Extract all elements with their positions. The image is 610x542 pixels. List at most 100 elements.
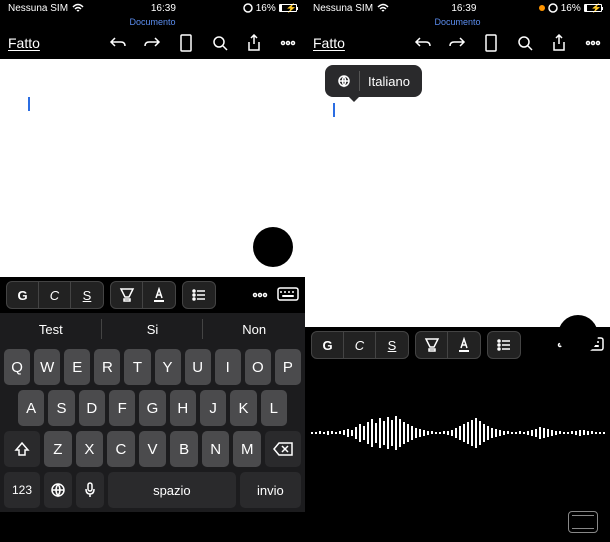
layout-button[interactable] (482, 34, 500, 52)
italic-button[interactable]: C (39, 282, 71, 308)
toolbar: Fatto (305, 27, 610, 59)
key-d[interactable]: D (79, 390, 105, 426)
language-label: Italiano (368, 74, 410, 89)
dictation-key[interactable] (76, 472, 104, 508)
key-h[interactable]: H (170, 390, 196, 426)
highlight-group (110, 281, 176, 309)
list-button[interactable] (183, 282, 215, 308)
key-row-3: Z X C V B N M (4, 431, 301, 467)
key-y[interactable]: Y (155, 349, 181, 385)
undo-button[interactable] (414, 34, 432, 52)
battery-pct-label: 16% (561, 3, 581, 14)
search-button[interactable] (211, 34, 229, 52)
orientation-lock-icon (243, 3, 253, 13)
highlight-button[interactable] (416, 332, 448, 358)
dictation-bottom-bar (305, 502, 610, 542)
key-w[interactable]: W (34, 349, 60, 385)
waveform-area (305, 363, 610, 502)
done-button[interactable]: Fatto (313, 35, 345, 51)
list-group (487, 331, 521, 359)
key-l[interactable]: L (261, 390, 287, 426)
globe-icon (337, 74, 351, 88)
key-g[interactable]: G (139, 390, 165, 426)
format-more-button[interactable] (249, 284, 271, 306)
key-j[interactable]: J (200, 390, 226, 426)
key-z[interactable]: Z (44, 431, 72, 467)
suggestion-2[interactable]: Non (203, 313, 305, 345)
key-u[interactable]: U (185, 349, 211, 385)
text-color-button[interactable] (448, 332, 480, 358)
suggestion-0[interactable]: Test (0, 313, 102, 345)
underline-button[interactable]: S (71, 282, 103, 308)
orientation-lock-icon (548, 3, 558, 13)
key-s[interactable]: S (48, 390, 74, 426)
undo-button[interactable] (109, 34, 127, 52)
wifi-icon (72, 3, 84, 13)
dictation-button[interactable] (558, 315, 598, 355)
text-color-button[interactable] (143, 282, 175, 308)
key-a[interactable]: A (18, 390, 44, 426)
key-x[interactable]: X (76, 431, 104, 467)
wifi-icon (377, 3, 389, 13)
highlight-button[interactable] (111, 282, 143, 308)
key-i[interactable]: I (215, 349, 241, 385)
bold-button[interactable]: G (312, 332, 344, 358)
carrier-label: Nessuna SIM (313, 3, 373, 14)
key-o[interactable]: O (245, 349, 271, 385)
text-cursor (333, 103, 335, 117)
enter-key[interactable]: invio (240, 472, 301, 508)
key-b[interactable]: B (170, 431, 198, 467)
done-button[interactable]: Fatto (8, 35, 40, 51)
globe-key[interactable] (44, 472, 72, 508)
more-button[interactable] (279, 34, 297, 52)
document-area[interactable] (0, 59, 305, 277)
redo-button[interactable] (448, 34, 466, 52)
keyboard-toggle-button[interactable] (277, 284, 299, 306)
document-area[interactable]: Italiano (305, 59, 610, 327)
globe-button[interactable] (317, 510, 337, 535)
shift-key[interactable] (4, 431, 40, 467)
format-bar: G C S (0, 277, 305, 313)
status-bar: Nessuna SIM 16:39 16% ⚡ (0, 0, 305, 16)
text-cursor (28, 97, 30, 111)
suggestion-1[interactable]: Si (102, 313, 204, 345)
italic-button[interactable]: C (344, 332, 376, 358)
text-style-group: G C S (311, 331, 409, 359)
key-c[interactable]: C (107, 431, 135, 467)
numbers-key[interactable]: 123 (4, 472, 40, 508)
key-f[interactable]: F (109, 390, 135, 426)
key-n[interactable]: N (202, 431, 230, 467)
key-t[interactable]: T (124, 349, 150, 385)
key-m[interactable]: M (233, 431, 261, 467)
toolbar: Fatto (0, 27, 305, 59)
key-r[interactable]: R (94, 349, 120, 385)
suggestion-bar: Test Si Non (0, 313, 305, 345)
space-key[interactable]: spazio (108, 472, 236, 508)
search-button[interactable] (516, 34, 534, 52)
dictation-button[interactable] (253, 227, 293, 267)
key-k[interactable]: K (230, 390, 256, 426)
waveform (311, 408, 605, 458)
key-q[interactable]: Q (4, 349, 30, 385)
underline-button[interactable]: S (376, 332, 408, 358)
highlight-group (415, 331, 481, 359)
language-tooltip[interactable]: Italiano (325, 65, 422, 97)
bold-button[interactable]: G (7, 282, 39, 308)
key-e[interactable]: E (64, 349, 90, 385)
screen-dictation: Nessuna SIM 16:39 16% ⚡ Documento Fatto … (305, 0, 610, 542)
key-p[interactable]: P (275, 349, 301, 385)
share-button[interactable] (245, 34, 263, 52)
carrier-label: Nessuna SIM (8, 3, 68, 14)
list-button[interactable] (488, 332, 520, 358)
redo-button[interactable] (143, 34, 161, 52)
text-style-group: G C S (6, 281, 104, 309)
backspace-key[interactable] (265, 431, 301, 467)
keyboard-show-button[interactable] (568, 511, 598, 533)
more-button[interactable] (584, 34, 602, 52)
document-title: Documento (305, 16, 610, 27)
share-button[interactable] (550, 34, 568, 52)
key-row-1: Q W E R T Y U I O P (4, 349, 301, 385)
layout-button[interactable] (177, 34, 195, 52)
key-row-2: A S D F G H J K L (4, 390, 301, 426)
key-v[interactable]: V (139, 431, 167, 467)
